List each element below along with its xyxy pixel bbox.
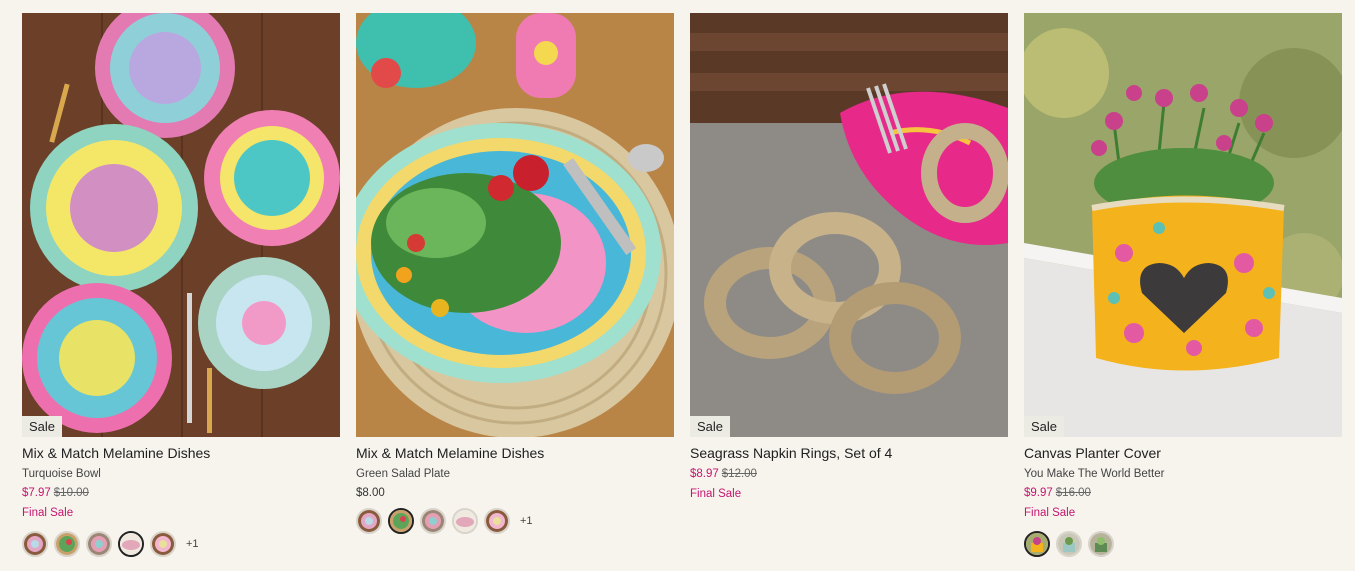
color-swatches: +1 bbox=[22, 531, 340, 557]
swatch-option[interactable] bbox=[484, 508, 510, 534]
product-title[interactable]: Mix & Match Melamine Dishes bbox=[356, 445, 674, 461]
swatch-option-selected[interactable] bbox=[388, 508, 414, 534]
sale-badge: Sale bbox=[22, 416, 63, 437]
original-price: $12.00 bbox=[721, 468, 757, 480]
final-sale-label: Final Sale bbox=[1024, 507, 1076, 519]
swatch-option[interactable] bbox=[356, 508, 382, 534]
melamine-dishes-photo bbox=[22, 13, 340, 437]
swatch-option-selected[interactable] bbox=[118, 531, 144, 557]
more-swatches-count[interactable]: +1 bbox=[520, 515, 533, 527]
product-price: $7.97 $10.00 bbox=[22, 487, 340, 499]
swatch-option[interactable] bbox=[150, 531, 176, 557]
planter-cover-photo bbox=[1024, 13, 1342, 437]
product-image[interactable]: Sale bbox=[1024, 13, 1342, 437]
product-title[interactable]: Mix & Match Melamine Dishes bbox=[22, 445, 340, 461]
final-sale-label: Final Sale bbox=[22, 507, 74, 519]
product-card[interactable]: Sale Seagrass Napkin Rings, Set of 4 $8.… bbox=[690, 13, 1008, 500]
swatch-option-selected[interactable] bbox=[1024, 531, 1050, 557]
swatch-option[interactable] bbox=[86, 531, 112, 557]
product-price: $8.97 $12.00 bbox=[690, 468, 1008, 480]
swatch-option[interactable] bbox=[1056, 531, 1082, 557]
salad-plate-photo bbox=[356, 13, 674, 437]
product-title[interactable]: Canvas Planter Cover bbox=[1024, 445, 1342, 461]
product-image[interactable] bbox=[356, 13, 674, 437]
sale-price: $9.97 bbox=[1024, 487, 1053, 499]
product-variant: Green Salad Plate bbox=[356, 468, 450, 480]
original-price: $10.00 bbox=[53, 487, 89, 499]
product-card[interactable]: Mix & Match Melamine Dishes Green Salad … bbox=[356, 13, 674, 534]
sale-badge: Sale bbox=[690, 416, 731, 437]
sale-badge: Sale bbox=[1024, 416, 1065, 437]
original-price: $16.00 bbox=[1055, 487, 1091, 499]
final-sale-label: Final Sale bbox=[690, 488, 742, 500]
product-price: $8.00 bbox=[356, 487, 674, 499]
product-title[interactable]: Seagrass Napkin Rings, Set of 4 bbox=[690, 445, 1008, 461]
color-swatches bbox=[1024, 531, 1342, 557]
product-variant: Turquoise Bowl bbox=[22, 468, 101, 480]
product-card[interactable]: Sale Canvas Planter Cover You Make The W… bbox=[1024, 13, 1342, 557]
more-swatches-count[interactable]: +1 bbox=[186, 538, 199, 550]
product-variant: You Make The World Better bbox=[1024, 468, 1165, 480]
swatch-option[interactable] bbox=[22, 531, 48, 557]
sale-price: $8.97 bbox=[690, 468, 719, 480]
swatch-option[interactable] bbox=[54, 531, 80, 557]
color-swatches: +1 bbox=[356, 508, 674, 534]
napkin-rings-photo bbox=[690, 13, 1008, 437]
product-grid: Sale Mix & Match Melamine Dishes Turquoi… bbox=[0, 0, 1355, 571]
sale-price: $7.97 bbox=[22, 487, 51, 499]
swatch-option[interactable] bbox=[420, 508, 446, 534]
regular-price: $8.00 bbox=[356, 487, 385, 499]
product-image[interactable]: Sale bbox=[690, 13, 1008, 437]
product-card[interactable]: Sale Mix & Match Melamine Dishes Turquoi… bbox=[22, 13, 340, 557]
swatch-option[interactable] bbox=[1088, 531, 1114, 557]
product-price: $9.97 $16.00 bbox=[1024, 487, 1342, 499]
swatch-option[interactable] bbox=[452, 508, 478, 534]
product-image[interactable]: Sale bbox=[22, 13, 340, 437]
